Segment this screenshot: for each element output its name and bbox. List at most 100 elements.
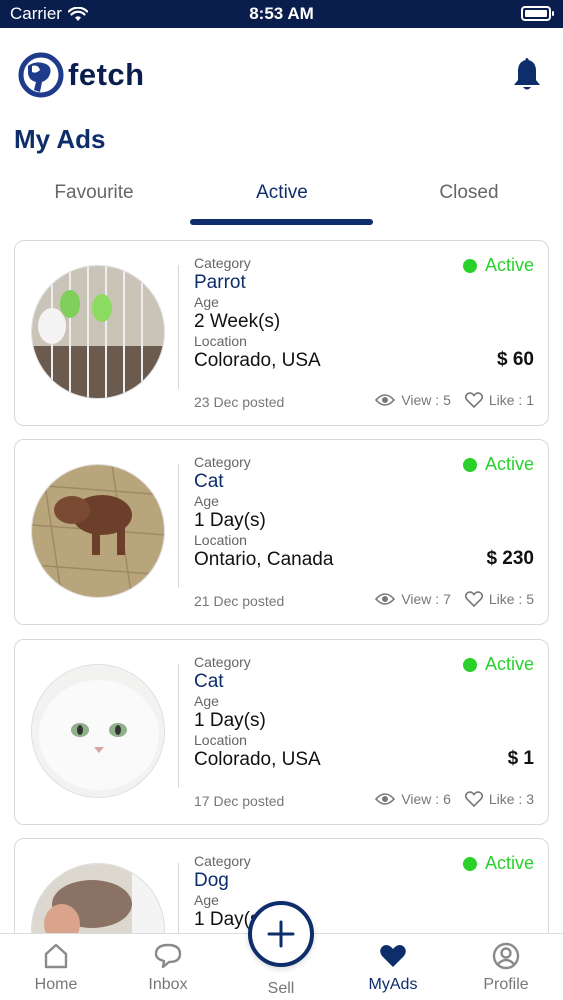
eye-icon: [375, 394, 396, 406]
nav-profile-label: Profile: [483, 976, 529, 993]
nav-myads-label: MyAds: [368, 976, 418, 993]
ad-details: Category Cat Age 1 Day(s) Location Ontar…: [194, 454, 333, 571]
profile-icon: [492, 942, 520, 970]
age-label: Age: [194, 294, 219, 310]
location-label: Location: [194, 532, 247, 548]
eye-icon: [375, 593, 396, 605]
heart-outline-icon: [464, 591, 483, 607]
tab-closed[interactable]: Closed: [375, 182, 563, 204]
active-tab-indicator: [190, 219, 373, 225]
price: $ 60: [497, 349, 534, 370]
ads-tab-bar: Favourite Active Closed: [0, 170, 563, 230]
age-label: Age: [194, 693, 219, 709]
status-text: Active: [484, 654, 534, 674]
app-header: fetch: [0, 28, 563, 120]
status-dot-icon: [462, 657, 477, 672]
price: $ 1: [507, 748, 534, 769]
price: $ 230: [486, 548, 534, 569]
location-value: Colorado, USA: [194, 350, 321, 371]
ad-card[interactable]: Category Cat Age 1 Day(s) Location Ontar…: [14, 439, 549, 625]
card-divider: [178, 464, 179, 588]
status-dot-icon: [462, 457, 477, 472]
category-value: Parrot: [194, 272, 246, 293]
ad-card[interactable]: Category Parrot Age 2 Week(s) Location C…: [14, 240, 549, 426]
nav-profile[interactable]: Profile: [450, 942, 562, 994]
status-time: 8:53 AM: [249, 4, 314, 23]
ad-stats: View : 5 Like : 1: [375, 392, 534, 408]
card-divider: [178, 664, 179, 788]
category-value: Cat: [194, 671, 224, 692]
status-dot-icon: [462, 258, 477, 273]
status-badge: Active: [462, 255, 534, 276]
status-text: Active: [484, 853, 534, 873]
fetch-logo-icon: [18, 52, 64, 98]
age-label: Age: [194, 493, 219, 509]
like-count-text: Like : 3: [488, 791, 534, 807]
age-value: 1 Day(s): [194, 510, 266, 531]
nav-inbox[interactable]: Inbox: [112, 942, 224, 994]
age-value: 2 Week(s): [194, 311, 281, 332]
ad-card[interactable]: Category Cat Age 1 Day(s) Location Color…: [14, 639, 549, 825]
ad-details: Category Cat Age 1 Day(s) Location Color…: [194, 654, 321, 771]
category-label: Category: [194, 255, 251, 271]
nav-sell-label: Sell: [267, 980, 295, 997]
notification-bell-icon[interactable]: [511, 56, 543, 92]
view-count: View : 6: [375, 791, 451, 807]
view-count-text: View : 6: [401, 791, 451, 807]
location-value: Colorado, USA: [194, 749, 321, 770]
tab-favourite[interactable]: Favourite: [0, 182, 188, 204]
location-label: Location: [194, 732, 247, 748]
nav-inbox-label: Inbox: [148, 976, 188, 993]
age-value: 1 Day(s): [194, 710, 266, 731]
like-count-text: Like : 1: [488, 392, 534, 408]
like-count-text: Like : 5: [488, 591, 534, 607]
category-label: Category: [194, 454, 251, 470]
view-count: View : 5: [375, 392, 451, 408]
like-count: Like : 5: [464, 591, 534, 607]
nav-home-label: Home: [34, 976, 78, 993]
status-badge: Active: [462, 853, 534, 874]
location-value: Ontario, Canada: [194, 549, 334, 570]
battery-icon: [521, 6, 554, 21]
nav-home[interactable]: Home: [0, 942, 112, 994]
posted-date: 21 Dec posted: [194, 593, 285, 609]
posted-date: 17 Dec posted: [194, 793, 285, 809]
heart-outline-icon: [464, 392, 483, 408]
plus-icon: [267, 920, 295, 948]
app-logo[interactable]: fetch: [18, 52, 145, 98]
status-bar: Carrier 8:53 AM: [0, 0, 563, 28]
status-dot-icon: [462, 856, 477, 871]
heart-icon: [380, 945, 406, 967]
posted-date: 23 Dec posted: [194, 394, 285, 410]
eye-icon: [375, 793, 396, 805]
nav-myads[interactable]: MyAds: [337, 942, 449, 994]
view-count-text: View : 5: [401, 392, 451, 408]
category-value: Dog: [194, 870, 229, 891]
chat-bubble-icon: [154, 943, 182, 969]
category-label: Category: [194, 654, 251, 670]
like-count: Like : 1: [464, 392, 534, 408]
nav-sell[interactable]: Sell: [225, 980, 337, 998]
status-text: Active: [484, 255, 534, 275]
view-count-text: View : 7: [401, 591, 451, 607]
card-divider: [178, 265, 179, 389]
view-count: View : 7: [375, 591, 451, 607]
ad-stats: View : 6 Like : 3: [375, 791, 534, 807]
sell-button[interactable]: [248, 901, 314, 967]
ad-details: Category Parrot Age 2 Week(s) Location C…: [194, 255, 321, 372]
page-title: My Ads: [14, 124, 106, 154]
ad-stats: View : 7 Like : 5: [375, 591, 534, 607]
status-badge: Active: [462, 454, 534, 475]
location-label: Location: [194, 333, 247, 349]
white-cat-photo: [31, 664, 165, 798]
tab-active[interactable]: Active: [188, 182, 376, 204]
home-icon: [44, 943, 68, 969]
category-value: Cat: [194, 471, 224, 492]
category-label: Category: [194, 853, 251, 869]
status-text: Active: [484, 454, 534, 474]
like-count: Like : 3: [464, 791, 534, 807]
parrot-photo: [31, 265, 165, 399]
app-name: fetch: [68, 57, 145, 92]
heart-outline-icon: [464, 791, 483, 807]
status-badge: Active: [462, 654, 534, 675]
